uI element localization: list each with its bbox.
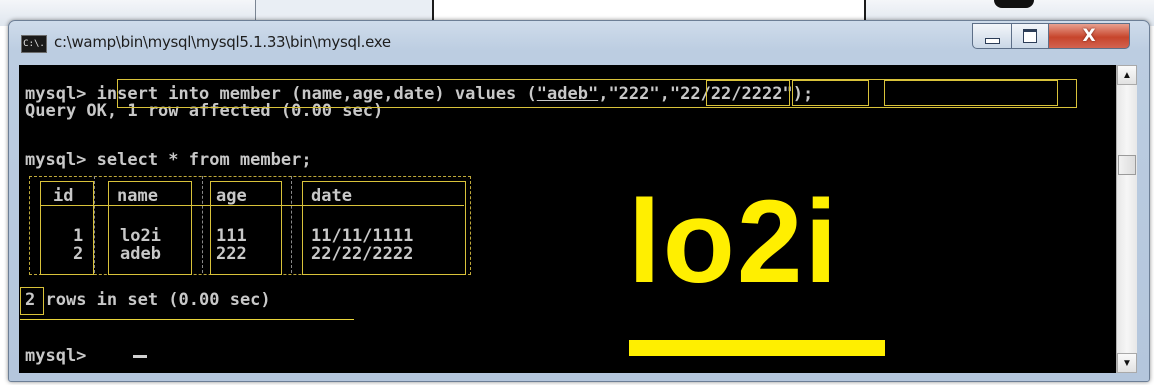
- console-output[interactable]: mysql> insert into member (name,age,date…: [19, 65, 1116, 373]
- logo-overlay: lo2i: [628, 176, 840, 308]
- close-button[interactable]: X: [1048, 23, 1130, 49]
- rows-in-set-text: rows in set (0.00 sec): [35, 290, 271, 310]
- minimize-button[interactable]: [972, 23, 1012, 49]
- close-icon: X: [1082, 26, 1096, 46]
- scroll-down-button[interactable]: ▼: [1117, 353, 1137, 373]
- arrow-up-icon: ▲: [1122, 69, 1132, 81]
- window-title: c:\wamp\bin\mysql\mysql5.1.33\bin\mysql.…: [54, 33, 391, 51]
- console-line-prompt: mysql>: [25, 346, 97, 366]
- header-divider: [40, 205, 464, 206]
- highlight-value-date: [884, 80, 1058, 106]
- scroll-up-button[interactable]: ▲: [1117, 65, 1137, 85]
- table-cell: 11/11/1111: [311, 226, 414, 246]
- table-cell: 22/22/2222: [311, 244, 414, 264]
- table-header-id: id: [53, 186, 74, 206]
- console-line-select: mysql> select * from member;: [25, 150, 312, 170]
- minimize-icon: [984, 38, 1000, 44]
- console-line-rows-in-set: 2 rows in set (0.00 sec): [25, 291, 271, 309]
- table-cell: lo2i: [120, 226, 161, 246]
- rows-underline: [20, 319, 354, 320]
- highlight-row-count: [20, 287, 44, 315]
- background-glyph: [994, 0, 1034, 8]
- console-window: C:\. c:\wamp\bin\mysql\mysql5.1.33\bin\m…: [8, 20, 1150, 382]
- maximize-icon: [1023, 29, 1037, 43]
- logo-underline: [629, 340, 885, 356]
- table-separator: [291, 176, 292, 273]
- table-cell: 111: [216, 226, 247, 246]
- table-header-age: age: [216, 186, 247, 206]
- scroll-thumb[interactable]: [1118, 155, 1136, 175]
- table-cell: 1: [73, 226, 84, 246]
- title-bar[interactable]: C:\. c:\wamp\bin\mysql\mysql5.1.33\bin\m…: [9, 21, 1149, 61]
- table-cell: 222: [216, 244, 247, 264]
- arrow-down-icon: ▼: [1122, 357, 1132, 369]
- highlight-value-222: [792, 80, 869, 106]
- table-header-date: date: [311, 186, 352, 206]
- table-separator: [94, 176, 95, 273]
- maximize-button[interactable]: [1011, 23, 1049, 49]
- table-header-name: name: [117, 186, 158, 206]
- console-icon[interactable]: C:\.: [21, 35, 47, 53]
- vertical-scrollbar[interactable]: ▲ ▼: [1116, 65, 1137, 373]
- table-separator: [202, 176, 203, 273]
- highlight-value-adeb: [706, 80, 790, 106]
- table-cell: 2: [73, 244, 84, 264]
- table-cell: adeb: [120, 244, 161, 264]
- text-cursor: [133, 355, 147, 358]
